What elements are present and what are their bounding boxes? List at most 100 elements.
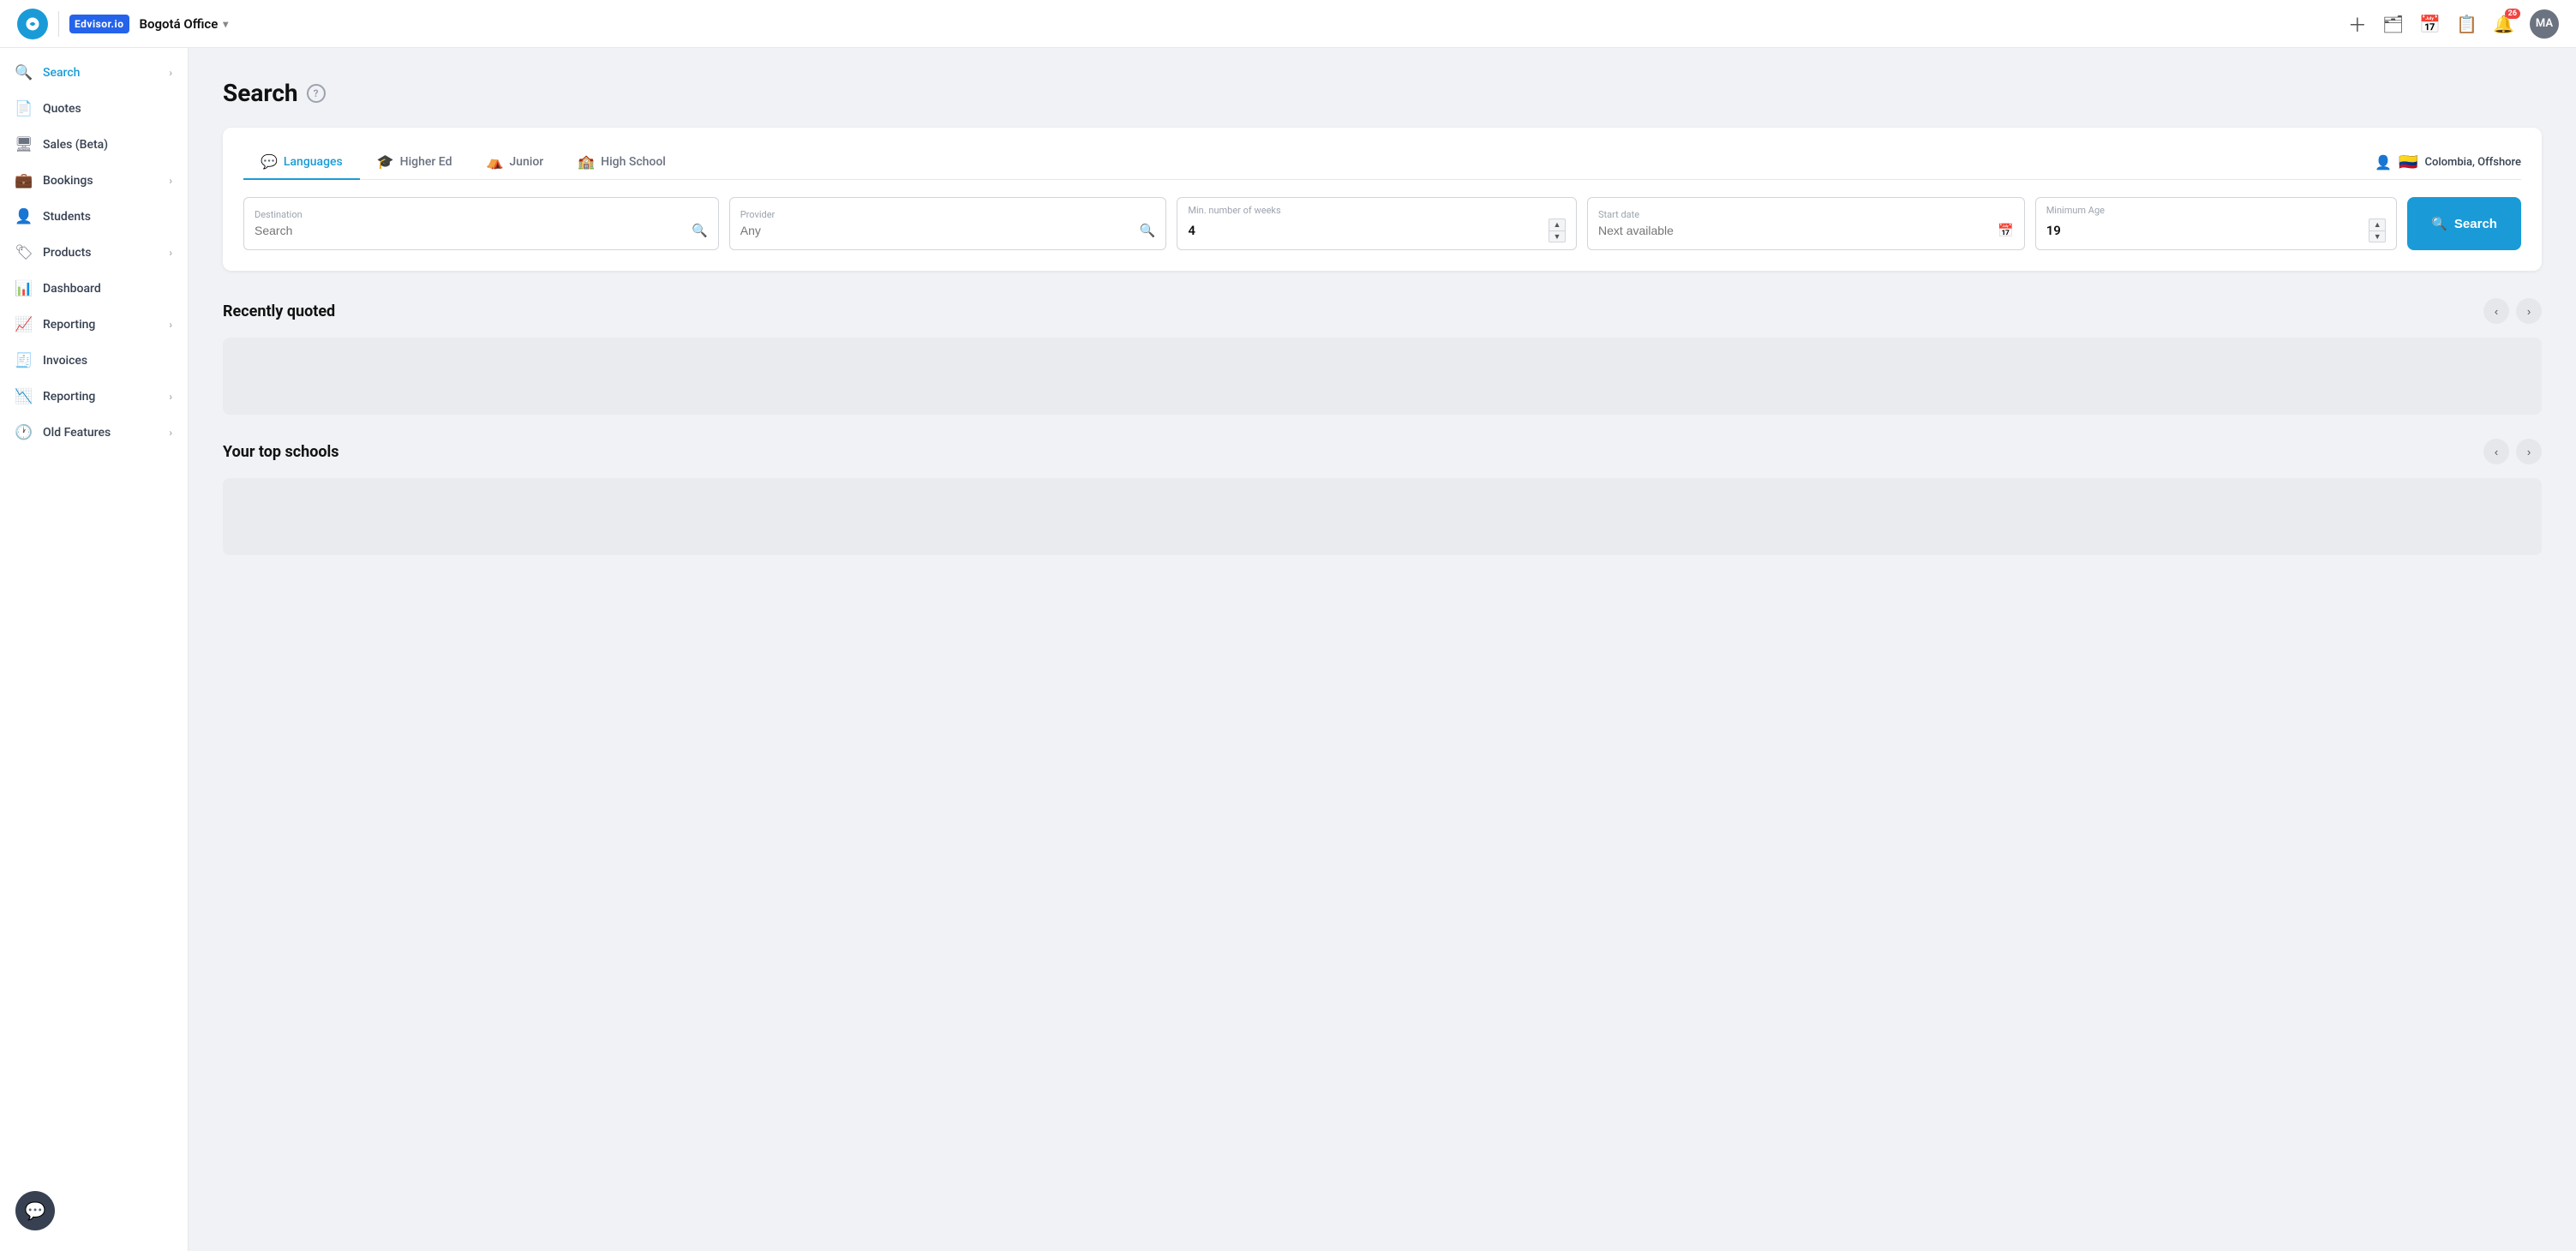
- search-tabs: 💬 Languages 🎓 Higher Ed ⛺ Junior 🏫 High …: [243, 145, 2521, 180]
- sidebar-item-sales[interactable]: 🖥 Sales (Beta): [0, 127, 188, 163]
- person-icon: 👤: [2375, 154, 2392, 171]
- location-selector[interactable]: 👤 🇨🇴 Colombia, Offshore: [2375, 153, 2521, 171]
- top-schools-arrows: ‹ ›: [2483, 439, 2542, 464]
- sidebar-item-label: Invoices: [43, 354, 172, 368]
- tab-junior-label: Junior: [509, 155, 543, 169]
- tab-junior[interactable]: ⛺ Junior: [469, 145, 560, 180]
- sidebar-item-reporting2[interactable]: 📉 Reporting ›: [0, 379, 188, 415]
- startdate-input[interactable]: [1598, 224, 1992, 237]
- quotes-icon: 📄: [15, 100, 33, 117]
- sidebar-item-reporting1[interactable]: 📈 Reporting ›: [0, 307, 188, 343]
- sidebar-item-search[interactable]: 🔍 Search ›: [0, 55, 188, 91]
- tab-highschool[interactable]: 🏫 High School: [560, 145, 683, 180]
- weeks-decrement[interactable]: ▼: [1549, 230, 1566, 242]
- minage-increment[interactable]: ▲: [2369, 218, 2386, 230]
- junior-tab-icon: ⛺: [486, 153, 503, 170]
- user-avatar[interactable]: MA: [2530, 9, 2559, 39]
- calendar-icon[interactable]: 📅: [2419, 14, 2441, 34]
- sidebar-item-label: Old Features: [43, 426, 159, 440]
- nav-divider: [58, 11, 59, 37]
- provider-input[interactable]: [740, 224, 1135, 237]
- destination-input[interactable]: [255, 224, 686, 237]
- top-schools-title: Your top schools: [223, 443, 2483, 461]
- add-button[interactable]: ＋: [2348, 10, 2367, 38]
- top-schools-section: Your top schools ‹ ›: [223, 439, 2542, 555]
- chevron-right-icon: ›: [169, 175, 172, 187]
- top-schools-next[interactable]: ›: [2516, 439, 2542, 464]
- top-schools-prev[interactable]: ‹: [2483, 439, 2509, 464]
- search-button[interactable]: 🔍 Search: [2407, 197, 2521, 250]
- sidebar: 🔍 Search › 📄 Quotes 🖥 Sales (Beta) 💼 Boo…: [0, 48, 189, 1251]
- tab-highered-label: Higher Ed: [400, 155, 452, 169]
- sidebar-item-bookings[interactable]: 💼 Bookings ›: [0, 163, 188, 199]
- reporting-icon: 📈: [15, 316, 33, 333]
- chevron-right-icon: ›: [169, 67, 172, 79]
- tab-highered[interactable]: 🎓 Higher Ed: [360, 145, 470, 180]
- sidebar-item-label: Reporting: [43, 318, 159, 332]
- search-button-icon: 🔍: [2431, 216, 2447, 231]
- startdate-filter: Start date 📅: [1587, 197, 2025, 250]
- colombia-flag-icon: 🇨🇴: [2399, 153, 2417, 171]
- bookings-icon: 💼: [15, 172, 33, 189]
- sidebar-item-students[interactable]: 👤 Students: [0, 199, 188, 235]
- startdate-label: Start date: [1598, 209, 2014, 220]
- provider-search-icon: 🔍: [1140, 223, 1156, 238]
- notification-badge: 26: [2505, 9, 2520, 19]
- highschool-tab-icon: 🏫: [578, 153, 595, 170]
- tab-languages-label: Languages: [284, 155, 343, 169]
- products-icon: 🏷: [15, 244, 33, 261]
- brand-logo[interactable]: Edvisor.io: [69, 15, 129, 33]
- invoices-icon: 🧾: [15, 352, 33, 369]
- highered-tab-icon: 🎓: [377, 153, 394, 170]
- recently-quoted-arrows: ‹ ›: [2483, 298, 2542, 324]
- office-name: Bogotá Office: [140, 16, 219, 32]
- recently-quoted-next[interactable]: ›: [2516, 298, 2542, 324]
- notifications-icon[interactable]: 🔔 26: [2493, 14, 2514, 34]
- weeks-spinners: ▲ ▼: [1549, 218, 1566, 242]
- weeks-filter: Min. number of weeks 4 ▲ ▼: [1177, 197, 1577, 250]
- chevron-right-icon: ›: [169, 319, 172, 331]
- weeks-value: 4: [1188, 223, 1195, 238]
- sidebar-item-label: Dashboard: [43, 282, 172, 296]
- inbox-icon[interactable]: 🗂: [2382, 14, 2404, 34]
- office-selector[interactable]: Bogotá Office ▾: [140, 16, 229, 32]
- tab-languages[interactable]: 💬 Languages: [243, 145, 360, 180]
- sidebar-item-oldfeatures[interactable]: 🕐 Old Features ›: [0, 415, 188, 451]
- dashboard-icon: 📊: [15, 280, 33, 297]
- page-title: Search: [223, 79, 298, 107]
- chevron-right-icon: ›: [169, 427, 172, 439]
- recently-quoted-header: Recently quoted ‹ ›: [223, 298, 2542, 324]
- recently-quoted-title: Recently quoted: [223, 302, 2483, 320]
- search-filters: Destination 🔍 Provider 🔍 Min: [243, 197, 2521, 250]
- search-card: 💬 Languages 🎓 Higher Ed ⛺ Junior 🏫 High …: [223, 128, 2542, 271]
- minage-decrement[interactable]: ▼: [2369, 230, 2386, 242]
- app-layout: 🔍 Search › 📄 Quotes 🖥 Sales (Beta) 💼 Boo…: [0, 48, 2576, 1251]
- weeks-label: Min. number of weeks: [1188, 205, 1566, 216]
- minage-spinners: ▲ ▼: [2369, 218, 2386, 242]
- chevron-right-icon: ›: [169, 391, 172, 403]
- sidebar-item-label: Search: [43, 66, 159, 80]
- tasks-icon[interactable]: 📋: [2456, 14, 2477, 34]
- languages-tab-icon: 💬: [261, 153, 278, 170]
- sidebar-item-quotes[interactable]: 📄 Quotes: [0, 91, 188, 127]
- search-icon: 🔍: [15, 64, 33, 81]
- help-icon[interactable]: ?: [307, 84, 326, 103]
- chat-button[interactable]: 💬: [15, 1191, 55, 1230]
- sidebar-item-label: Bookings: [43, 174, 159, 188]
- sidebar-item-invoices[interactable]: 🧾 Invoices: [0, 343, 188, 379]
- weeks-increment[interactable]: ▲: [1549, 218, 1566, 230]
- recently-quoted-section: Recently quoted ‹ ›: [223, 298, 2542, 415]
- nav-actions: ＋ 🗂 📅 📋 🔔 26 MA: [2348, 9, 2559, 39]
- sidebar-item-dashboard[interactable]: 📊 Dashboard: [0, 271, 188, 307]
- reporting2-icon: 📉: [15, 388, 33, 405]
- sidebar-item-label: Quotes: [43, 102, 172, 116]
- sidebar-item-label: Products: [43, 246, 159, 260]
- oldfeatures-icon: 🕐: [15, 424, 33, 441]
- sales-icon: 🖥: [15, 136, 33, 153]
- recently-quoted-prev[interactable]: ‹: [2483, 298, 2509, 324]
- minage-filter: Minimum Age 19 ▲ ▼: [2035, 197, 2398, 250]
- calendar-filter-icon: 📅: [1998, 223, 2014, 238]
- app-logo[interactable]: [17, 9, 48, 39]
- sidebar-item-products[interactable]: 🏷 Products ›: [0, 235, 188, 271]
- top-navigation: Edvisor.io Bogotá Office ▾ ＋ 🗂 📅 📋 🔔 26 …: [0, 0, 2576, 48]
